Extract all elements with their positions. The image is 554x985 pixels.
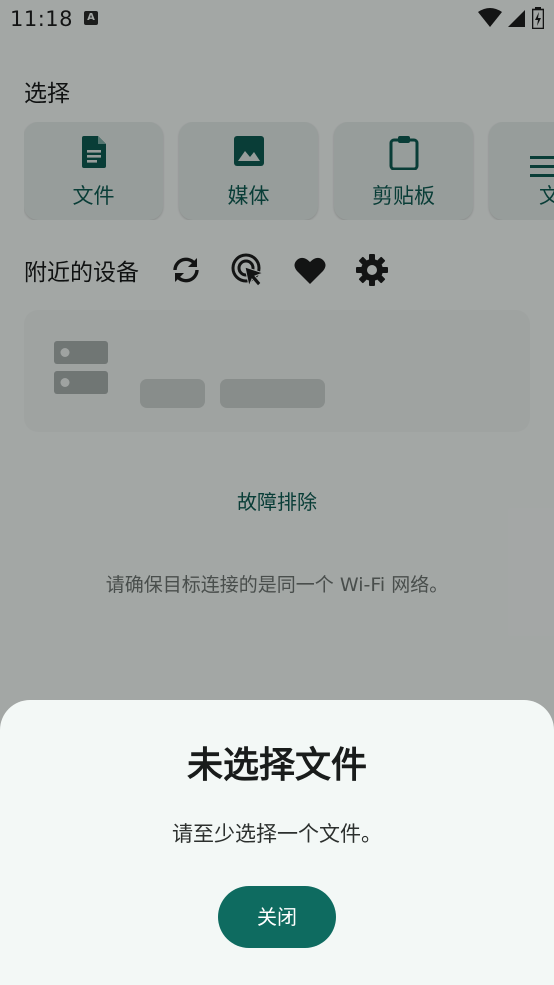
dialog-title: 未选择文件: [186, 745, 367, 786]
dialog-message: 请至少选择一个文件。: [172, 822, 382, 846]
no-file-dialog: 未选择文件 请至少选择一个文件。 关闭: [0, 700, 554, 985]
close-button[interactable]: 关闭: [218, 886, 336, 948]
